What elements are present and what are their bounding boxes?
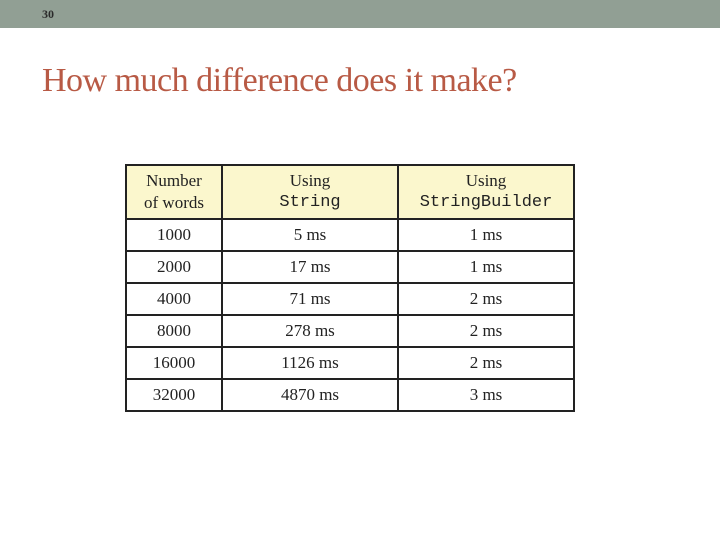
header-using-string: Using String — [221, 164, 399, 220]
table-row: 2000 17 ms 1 ms — [125, 250, 575, 284]
cell-words: 4000 — [125, 282, 223, 316]
cell-string-time: 278 ms — [221, 314, 399, 348]
header-using-stringbuilder: Using StringBuilder — [397, 164, 575, 220]
cell-stringbuilder-time: 1 ms — [397, 218, 575, 252]
cell-string-time: 5 ms — [221, 218, 399, 252]
cell-stringbuilder-time: 2 ms — [397, 314, 575, 348]
cell-string-time: 71 ms — [221, 282, 399, 316]
table-row: 4000 71 ms 2 ms — [125, 282, 575, 316]
table-header-row: Number of words Using String Using Strin… — [125, 164, 575, 220]
cell-stringbuilder-time: 2 ms — [397, 346, 575, 380]
cell-words: 8000 — [125, 314, 223, 348]
header-number-of-words: Number of words — [125, 164, 223, 220]
cell-stringbuilder-time: 2 ms — [397, 282, 575, 316]
cell-words: 32000 — [125, 378, 223, 412]
cell-string-time: 4870 ms — [221, 378, 399, 412]
table-row: 8000 278 ms 2 ms — [125, 314, 575, 348]
table-row: 1000 5 ms 1 ms — [125, 218, 575, 252]
cell-stringbuilder-time: 3 ms — [397, 378, 575, 412]
top-bar: 30 — [0, 0, 720, 28]
cell-words: 1000 — [125, 218, 223, 252]
table-row: 16000 1126 ms 2 ms — [125, 346, 575, 380]
table-row: 32000 4870 ms 3 ms — [125, 378, 575, 412]
cell-string-time: 1126 ms — [221, 346, 399, 380]
slide-title: How much difference does it make? — [42, 62, 517, 99]
slide-number: 30 — [42, 7, 54, 21]
cell-words: 16000 — [125, 346, 223, 380]
cell-string-time: 17 ms — [221, 250, 399, 284]
cell-words: 2000 — [125, 250, 223, 284]
timing-table: Number of words Using String Using Strin… — [125, 164, 575, 412]
cell-stringbuilder-time: 1 ms — [397, 250, 575, 284]
